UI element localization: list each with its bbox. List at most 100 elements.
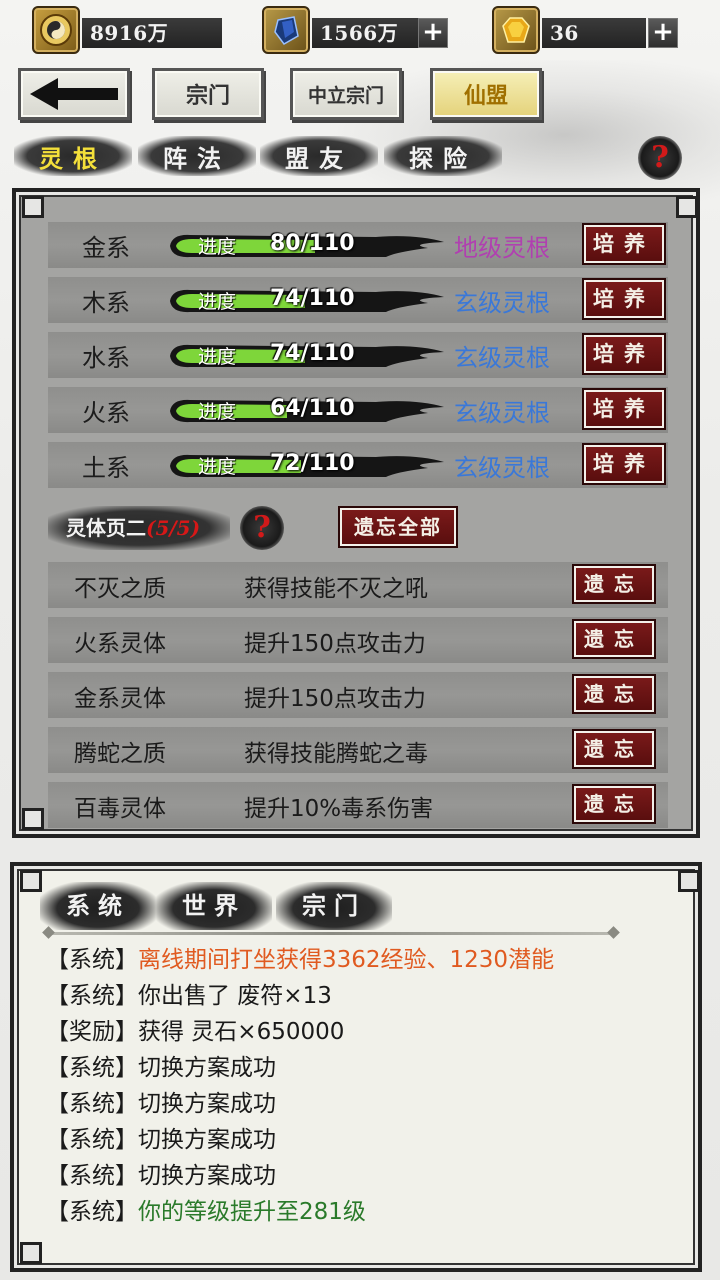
forget-button[interactable]: 遗忘: [572, 564, 656, 604]
back-button[interactable]: [18, 68, 130, 120]
root-grade: 玄级灵根: [454, 454, 550, 482]
log-tab-world[interactable]: 世界: [156, 882, 272, 930]
spirit-body-name: 腾蛇之质: [74, 741, 166, 767]
forget-button[interactable]: 遗忘: [572, 619, 656, 659]
spirit-root-row: 水系 进度 74/110 玄级灵根 培养: [48, 332, 668, 378]
progress-bar: 进度 74/110: [166, 285, 446, 317]
progress-bar: 进度 80/110: [166, 230, 446, 262]
progress-value: 72/110: [270, 451, 355, 476]
spirit-root-row: 火系 进度 64/110 玄级灵根 培养: [48, 387, 668, 433]
log-message: 【奖励】获得 灵石×650000: [46, 1012, 344, 1046]
spirit-body-name: 火系灵体: [74, 631, 166, 657]
cultivate-button[interactable]: 培养: [582, 278, 666, 320]
spirit-root-row: 金系 进度 80/110 地级灵根 培养: [48, 222, 668, 268]
log-message: 【系统】你出售了 废符×13: [46, 976, 332, 1010]
log-divider: [48, 932, 614, 935]
progress-label: 进度: [198, 401, 237, 423]
progress-value: 74/110: [270, 286, 355, 311]
cultivate-button[interactable]: 培养: [582, 443, 666, 485]
log-text: 切换方案成功: [138, 1127, 276, 1153]
frame-corner: [678, 870, 700, 892]
progress-value: 74/110: [270, 341, 355, 366]
spirit-body-help-button[interactable]: ?: [240, 506, 284, 550]
log-tag: 【系统】: [46, 1127, 138, 1153]
progress-label: 进度: [198, 291, 237, 313]
resource-gems: 36 +: [492, 6, 678, 54]
log-message: 【系统】切换方案成功: [46, 1156, 276, 1190]
spirit-body-row: 火系灵体 提升150点攻击力 遗忘: [48, 617, 668, 663]
blue-crystal-icon: [262, 6, 310, 54]
back-arrow-icon: [30, 78, 118, 110]
frame-corner: [20, 870, 42, 892]
root-grade: 地级灵根: [454, 234, 550, 262]
log-message: 【系统】你的等级提升至281级: [46, 1192, 366, 1226]
root-element-name: 土系: [82, 454, 130, 482]
log-text: 切换方案成功: [138, 1091, 276, 1117]
log-text: 离线期间打坐获得3362经验、1230潜能: [138, 947, 555, 973]
spirit-body-effect: 获得技能腾蛇之毒: [244, 741, 428, 767]
frame-corner: [676, 196, 698, 218]
frame-corner: [22, 196, 44, 218]
log-tag: 【系统】: [46, 1091, 138, 1117]
spirit-body-row: 百毒灵体 提升10%毒系伤害 遗忘: [48, 782, 668, 828]
spirit-root-row: 土系 进度 72/110 玄级灵根 培养: [48, 442, 668, 488]
forget-button[interactable]: 遗忘: [572, 784, 656, 824]
log-tag: 【系统】: [46, 1163, 138, 1189]
alliance-button[interactable]: 仙盟: [430, 68, 542, 120]
log-text: 切换方案成功: [138, 1055, 276, 1081]
gold-gem-icon: [492, 6, 540, 54]
spirit-body-name: 不灭之质: [74, 576, 166, 602]
log-text: 获得 灵石×650000: [138, 1019, 345, 1045]
log-message: 【系统】切换方案成功: [46, 1084, 276, 1118]
root-element-name: 水系: [82, 344, 130, 372]
taiji-coin-icon: [32, 6, 80, 54]
cultivate-button[interactable]: 培养: [582, 333, 666, 375]
tab-explore[interactable]: 探险: [384, 136, 502, 176]
frame-corner: [22, 808, 44, 830]
progress-bar: 进度 74/110: [166, 340, 446, 372]
spirit-body-effect: 提升10%毒系伤害: [244, 796, 434, 822]
progress-label: 进度: [198, 346, 237, 368]
log-text: 切换方案成功: [138, 1163, 276, 1189]
cultivate-button[interactable]: 培养: [582, 223, 666, 265]
log-text: 你出售了 废符×13: [138, 983, 332, 1009]
progress-bar: 进度 72/110: [166, 450, 446, 482]
root-element-name: 金系: [82, 234, 130, 262]
forget-button[interactable]: 遗忘: [572, 674, 656, 714]
root-element-name: 木系: [82, 289, 130, 317]
resource-coins: 8916万: [32, 6, 222, 54]
crystals-value: 1566万: [312, 18, 422, 48]
cultivate-button[interactable]: 培养: [582, 388, 666, 430]
gems-value: 36: [542, 18, 646, 48]
log-tag: 【系统】: [46, 947, 138, 973]
log-tag: 【奖励】: [46, 1019, 138, 1045]
spirit-body-row: 不灭之质 获得技能不灭之吼 遗忘: [48, 562, 668, 608]
progress-value: 80/110: [270, 231, 355, 256]
spirit-root-row: 木系 进度 74/110 玄级灵根 培养: [48, 277, 668, 323]
spirit-body-row: 金系灵体 提升150点攻击力 遗忘: [48, 672, 668, 718]
forget-button[interactable]: 遗忘: [572, 729, 656, 769]
add-crystals-button[interactable]: +: [418, 18, 448, 48]
progress-label: 进度: [198, 456, 237, 478]
tab-spirit-root[interactable]: 灵根: [14, 136, 132, 176]
spirit-body-effect: 提升150点攻击力: [244, 631, 426, 657]
sect-button[interactable]: 宗门: [152, 68, 264, 120]
help-button[interactable]: ?: [638, 136, 682, 180]
root-element-name: 火系: [82, 399, 130, 427]
log-message: 【系统】离线期间打坐获得3362经验、1230潜能: [46, 940, 554, 974]
root-grade: 玄级灵根: [454, 399, 550, 427]
coins-value: 8916万: [82, 18, 222, 48]
spirit-body-row: 腾蛇之质 获得技能腾蛇之毒 遗忘: [48, 727, 668, 773]
add-gems-button[interactable]: +: [648, 18, 678, 48]
log-tab-system[interactable]: 系统: [40, 882, 156, 930]
tab-allies[interactable]: 盟友: [260, 136, 378, 176]
tab-formation[interactable]: 阵法: [138, 136, 256, 176]
log-message: 【系统】切换方案成功: [46, 1120, 276, 1154]
spirit-body-effect: 获得技能不灭之吼: [244, 576, 428, 602]
log-tab-sect[interactable]: 宗门: [276, 882, 392, 930]
root-grade: 玄级灵根: [454, 344, 550, 372]
mid-sect-button[interactable]: 中立宗门: [290, 68, 402, 120]
progress-label: 进度: [198, 236, 237, 258]
spirit-body-effect: 提升150点攻击力: [244, 686, 426, 712]
forget-all-button[interactable]: 遗忘全部: [338, 506, 458, 548]
